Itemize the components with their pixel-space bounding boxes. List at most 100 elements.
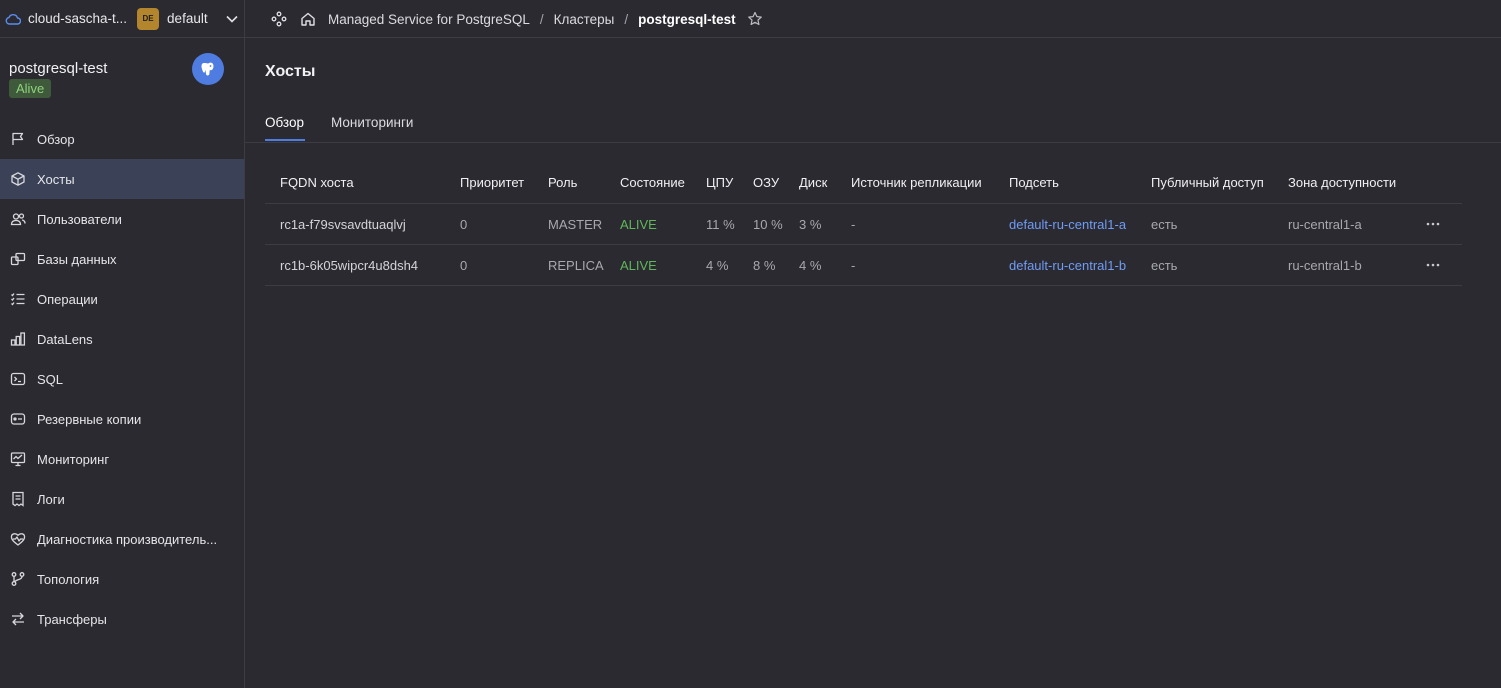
sidebar-item-label: Резервные копии [37, 411, 142, 427]
row-actions-button[interactable] [1423, 204, 1443, 244]
chart-icon [9, 330, 27, 348]
cube-icon [9, 170, 27, 188]
table-row[interactable]: rc1b-6k05wipcr4u8dsh4 0 REPLICA ALIVE 4 … [265, 245, 1462, 286]
tab-monitoring[interactable]: Мониторинги [331, 115, 413, 130]
sidebar-item-label: Диагностика производитель... [37, 531, 218, 547]
sidebar-item-label: Логи [37, 491, 65, 507]
sidebar-item-databases[interactable]: Базы данных [0, 239, 244, 279]
host-status: ALIVE [620, 257, 657, 273]
column-header[interactable]: FQDN хоста [280, 162, 354, 203]
host-fqdn: rc1b-6k05wipcr4u8dsh4 [280, 257, 419, 273]
sidebar-item-label: DataLens [37, 331, 93, 347]
logs-icon [9, 490, 27, 508]
sidebar-item-label: Мониторинг [37, 451, 110, 467]
host-role: MASTER [548, 216, 603, 232]
breadcrumb-service[interactable]: Managed Service for PostgreSQL [328, 12, 530, 27]
host-priority: 0 [460, 216, 468, 232]
host-ram: 8 % [753, 257, 776, 273]
host-subnet-link[interactable]: default-ru-central1-a [1009, 204, 1126, 244]
breadcrumb-separator: / [624, 11, 629, 27]
column-header[interactable]: Публичный доступ [1151, 162, 1264, 203]
host-disk: 4 % [799, 257, 822, 273]
status-badge: Alive [9, 79, 52, 98]
page-title: Хосты [265, 63, 316, 80]
folder-name[interactable]: default [167, 11, 208, 26]
backup-icon [9, 410, 27, 428]
host-public-access: есть [1151, 257, 1178, 273]
breadcrumb: Managed Service for PostgreSQL / Кластер… [270, 0, 763, 38]
main-content: Хосты Обзор Мониторинги FQDN хоста Приор… [245, 38, 1501, 688]
table-header: FQDN хоста Приоритет Роль Состояние ЦПУ … [265, 162, 1462, 204]
star-icon[interactable] [747, 11, 763, 27]
tab-overview[interactable]: Обзор [265, 115, 304, 130]
host-replication-source: - [851, 216, 856, 232]
sidebar-item-topology[interactable]: Топология [0, 559, 244, 599]
postgresql-icon [192, 53, 224, 85]
chevron-down-icon[interactable] [226, 12, 240, 26]
monitor-icon [9, 450, 27, 468]
column-header[interactable]: Роль [548, 162, 577, 203]
host-public-access: есть [1151, 216, 1178, 232]
sidebar-item-transfers[interactable]: Трансферы [0, 599, 244, 639]
column-header[interactable]: Подсеть [1009, 162, 1059, 203]
more-icon [1423, 216, 1443, 232]
cluster-name: postgresql-test [9, 60, 108, 77]
databases-icon [9, 250, 27, 268]
top-bar: cloud-sascha-t... DE default Managed Ser… [0, 0, 1501, 38]
tabs: Обзор Мониторинги [245, 106, 1501, 143]
sidebar-item-users[interactable]: Пользователи [0, 199, 244, 239]
column-header[interactable]: Источник репликации [851, 162, 982, 203]
topology-icon [9, 570, 27, 588]
host-cpu: 11 % [706, 216, 735, 232]
host-zone: ru-central1-b [1288, 257, 1362, 273]
sidebar: postgresql-test Alive Обзор Хосты Пользо… [0, 38, 245, 688]
host-cpu: 4 % [706, 257, 729, 273]
column-header[interactable]: Диск [799, 162, 827, 203]
sidebar-item-label: Топология [37, 571, 100, 587]
sidebar-nav: Обзор Хосты Пользователи Базы данных Опе… [0, 119, 244, 639]
services-icon[interactable] [270, 10, 288, 28]
sidebar-item-overview[interactable]: Обзор [0, 119, 244, 159]
host-role: REPLICA [548, 257, 604, 273]
host-disk: 3 % [799, 216, 822, 232]
heartbeat-icon [9, 530, 27, 548]
sidebar-item-datalens[interactable]: DataLens [0, 319, 244, 359]
breadcrumb-current: postgresql-test [638, 11, 736, 27]
cloud-selector[interactable]: cloud-sascha-t... DE default [0, 0, 240, 38]
table-row[interactable]: rc1a-f79svsavdtuaqlvj 0 MASTER ALIVE 11 … [265, 204, 1462, 245]
host-replication-source: - [851, 257, 856, 273]
transfer-icon [9, 610, 27, 628]
row-actions-button[interactable] [1423, 245, 1443, 285]
column-header[interactable]: Состояние [620, 162, 685, 203]
host-subnet-link[interactable]: default-ru-central1-b [1009, 245, 1126, 285]
column-header[interactable]: ОЗУ [753, 162, 779, 203]
flag-icon [9, 130, 27, 148]
sidebar-item-label: Операции [37, 291, 98, 307]
breadcrumb-clusters[interactable]: Кластеры [554, 12, 615, 27]
sidebar-item-logs[interactable]: Логи [0, 479, 244, 519]
users-icon [9, 210, 27, 228]
sidebar-item-diagnostics[interactable]: Диагностика производитель... [0, 519, 244, 559]
column-header[interactable]: Приоритет [460, 162, 524, 203]
sidebar-item-label: SQL [37, 371, 64, 387]
cloud-icon [4, 10, 22, 28]
host-ram: 10 % [753, 216, 783, 232]
host-fqdn: rc1a-f79svsavdtuaqlvj [280, 216, 406, 232]
host-status: ALIVE [620, 216, 657, 232]
sidebar-item-monitoring[interactable]: Мониторинг [0, 439, 244, 479]
sidebar-item-label: Базы данных [37, 251, 117, 267]
sidebar-item-label: Хосты [37, 171, 75, 187]
sidebar-item-sql[interactable]: SQL [0, 359, 244, 399]
hosts-table: FQDN хоста Приоритет Роль Состояние ЦПУ … [265, 162, 1462, 286]
home-icon[interactable] [299, 10, 317, 28]
cloud-name[interactable]: cloud-sascha-t... [28, 11, 127, 26]
host-priority: 0 [460, 257, 468, 273]
terminal-icon [9, 370, 27, 388]
sidebar-item-hosts[interactable]: Хосты [0, 159, 244, 199]
column-header[interactable]: ЦПУ [706, 162, 733, 203]
column-header[interactable]: Зона доступности [1288, 162, 1396, 203]
active-tab-indicator [265, 139, 305, 141]
more-icon [1423, 257, 1443, 273]
sidebar-item-operations[interactable]: Операции [0, 279, 244, 319]
sidebar-item-backups[interactable]: Резервные копии [0, 399, 244, 439]
